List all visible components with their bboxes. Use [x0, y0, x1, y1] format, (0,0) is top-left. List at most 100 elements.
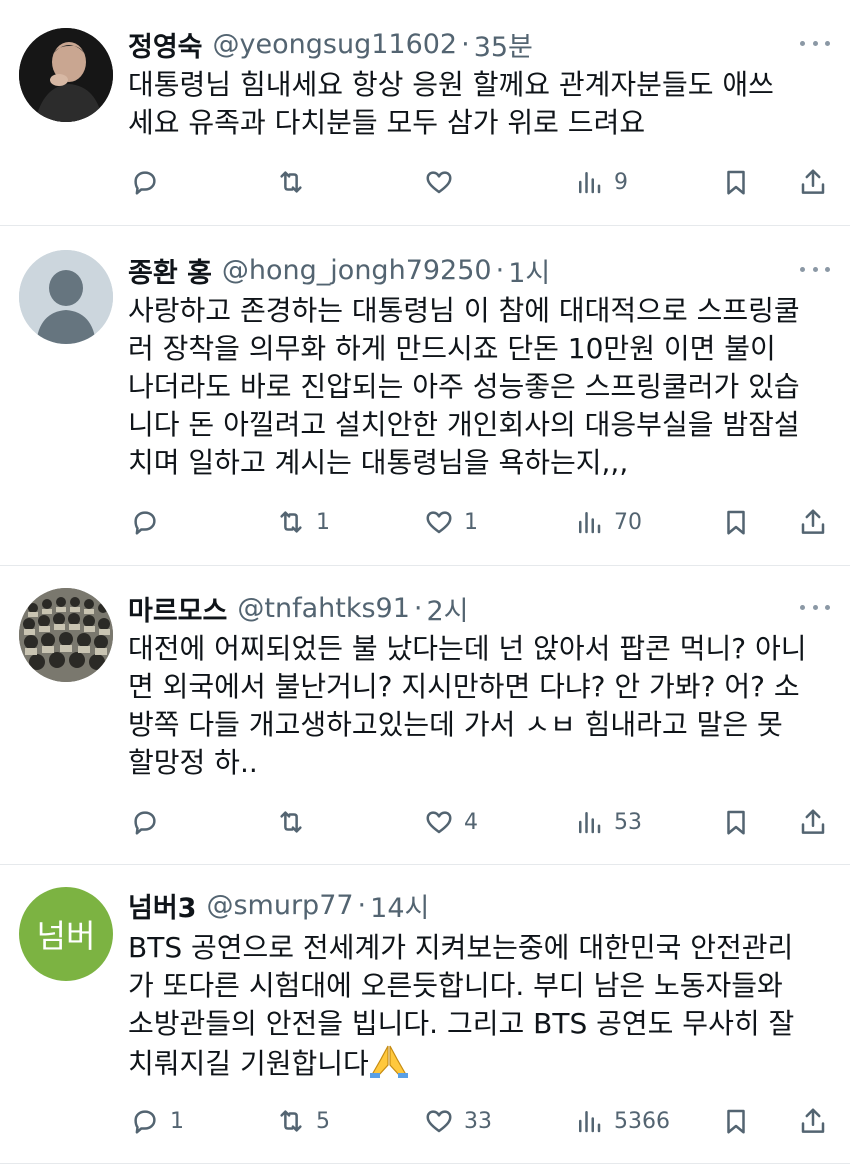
reply-button[interactable]: 1	[130, 1101, 184, 1141]
display-name[interactable]: 종환 홍	[128, 251, 212, 290]
tweet-text-line: 치며 일하고 계시는 대통령님을 욕하는지,,,	[128, 446, 629, 479]
action-bar: 9	[0, 162, 850, 202]
default-avatar-icon	[19, 250, 113, 344]
tweet-text-line: 방쪽 다들 개고생하고있는데 가서 ㅅㅂ 힘내라고 말은 못	[128, 708, 783, 741]
display-name[interactable]: 정영숙	[128, 25, 203, 64]
tweet-header: 정영숙 @yeongsug11602 · 35분	[128, 24, 830, 64]
tweet-text-line: 사랑하고 존경하는 대통령님 이 참에 대대적으로 스프링쿨	[128, 294, 800, 327]
like-icon	[426, 1110, 452, 1133]
avatar[interactable]	[19, 588, 113, 682]
bookmark-button[interactable]	[721, 162, 751, 202]
retweet-count: 1	[316, 509, 330, 535]
display-name[interactable]: 넘버3	[128, 886, 196, 925]
views-icon	[579, 172, 601, 194]
tweet-text-line: 할망정 하..	[128, 746, 258, 779]
display-name[interactable]: 마르모스	[128, 589, 227, 628]
share-icon	[801, 169, 825, 194]
views-icon	[579, 512, 601, 534]
like-count: 33	[464, 1108, 492, 1134]
avatar-photo-icon	[19, 28, 113, 122]
avatar[interactable]	[19, 28, 113, 122]
like-button[interactable]: 1	[424, 502, 478, 542]
tweet-text: 대통령님 힘내세요 항상 응원 할께요 관계자분들도 애쓰 세요 유족과 다치분…	[128, 66, 830, 142]
views-button[interactable]: 5366	[574, 1101, 670, 1141]
tweet-header: 종환 홍 @hong_jongh79250 · 1시	[128, 250, 830, 290]
share-button[interactable]	[798, 1101, 828, 1141]
separator: ·	[357, 889, 367, 921]
separator: ·	[495, 254, 505, 286]
handle[interactable]: @yeongsug11602	[213, 29, 458, 60]
share-button[interactable]	[798, 802, 828, 842]
tweet-text-line: 대통령님 힘내세요 항상 응원 할께요 관계자분들도 애쓰	[128, 68, 774, 101]
tweet-2[interactable]: 종환 홍 @hong_jongh79250 · 1시 사랑하고 존경하는 대통령…	[0, 226, 850, 566]
bookmark-button[interactable]	[721, 502, 751, 542]
reply-icon	[134, 511, 156, 535]
tweet-text-line: 소방관들의 안전을 빕니다. 그리고 BTS 공연도 무사히 잘	[128, 1007, 795, 1040]
more-icon[interactable]	[800, 262, 830, 276]
bookmark-icon	[727, 1109, 745, 1134]
bookmark-icon	[727, 510, 745, 535]
timestamp[interactable]: 14시	[370, 886, 429, 925]
bookmark-button[interactable]	[721, 802, 751, 842]
tweet-text-line: 대전에 어찌되었든 불 났다는데 넌 앉아서 팝콘 먹니? 아니	[128, 632, 807, 665]
views-button[interactable]: 53	[574, 802, 642, 842]
like-icon	[426, 171, 452, 194]
tweet-1[interactable]: 정영숙 @yeongsug11602 · 35분 대통령님 힘내세요 항상 응원…	[0, 0, 850, 226]
retweet-icon	[280, 1110, 302, 1132]
action-bar: 1 1 70	[0, 502, 850, 542]
tweet-3[interactable]: 마르모스 @tnfahtks91 · 2시 대전에 어찌되었든 불 났다는데 넌…	[0, 566, 850, 865]
tweet-text: 사랑하고 존경하는 대통령님 이 참에 대대적으로 스프링쿨 러 장착을 의무화…	[128, 292, 830, 482]
reply-button[interactable]	[130, 502, 170, 542]
share-button[interactable]	[798, 162, 828, 202]
folded-hands-emoji	[369, 1043, 409, 1089]
tweet-text-line: 치뤄지길 기원합니다	[128, 1047, 369, 1080]
like-icon	[426, 511, 452, 534]
bookmark-icon	[727, 810, 745, 835]
views-count: 5366	[614, 1108, 670, 1134]
views-count: 70	[614, 509, 642, 535]
views-count: 53	[614, 809, 642, 835]
action-bar: 1 5 33 5366	[0, 1101, 850, 1141]
avatar[interactable]	[19, 250, 113, 344]
reply-count: 1	[170, 1108, 184, 1134]
retweet-button[interactable]: 1	[276, 502, 330, 542]
retweet-button[interactable]	[276, 162, 316, 202]
like-button[interactable]	[424, 162, 464, 202]
tweet-text-line: 면 외국에서 불난거니? 지시만하면 다냐? 안 가봐? 어? 소	[128, 670, 800, 703]
like-count: 1	[464, 509, 478, 535]
views-button[interactable]: 9	[574, 162, 628, 202]
like-button[interactable]: 4	[424, 802, 478, 842]
reply-icon	[134, 1110, 156, 1134]
reply-icon	[134, 171, 156, 195]
action-bar: 4 53	[0, 802, 850, 842]
like-icon	[426, 811, 452, 834]
more-icon[interactable]	[800, 36, 830, 50]
tweet-4[interactable]: 넘버 넘버3 @smurp77 · 14시 BTS 공연으로 전세계가 지켜보는…	[0, 865, 850, 1164]
handle[interactable]: @smurp77	[206, 890, 353, 921]
more-icon[interactable]	[800, 600, 830, 614]
avatar-initials: 넘버	[36, 917, 96, 955]
handle[interactable]: @tnfahtks91	[237, 593, 410, 624]
tweet-text: BTS 공연으로 전세계가 지켜보는중에 대한민국 안전관리 가 또다른 시험대…	[128, 929, 830, 1089]
retweet-icon	[280, 171, 302, 193]
like-button[interactable]: 33	[424, 1101, 492, 1141]
tweet-text-line-with-emoji: 치뤄지길 기원합니다	[128, 1043, 830, 1089]
handle[interactable]: @hong_jongh79250	[222, 255, 492, 286]
retweet-button[interactable]	[276, 802, 316, 842]
retweet-icon	[280, 811, 302, 833]
share-button[interactable]	[798, 502, 828, 542]
bookmark-button[interactable]	[721, 1101, 751, 1141]
reply-button[interactable]	[130, 162, 170, 202]
reply-button[interactable]	[130, 802, 170, 842]
tweet-text-line: 니다 돈 아낄려고 설치안한 개인회사의 대응부실을 밤잠설	[128, 408, 800, 441]
tweet-text-line: 러 장착을 의무화 하게 만드시죠 단돈 10만원 이면 불이	[128, 332, 776, 365]
retweet-button[interactable]: 5	[276, 1101, 330, 1141]
timestamp[interactable]: 1시	[508, 251, 550, 290]
timestamp[interactable]: 35분	[474, 25, 533, 64]
timestamp[interactable]: 2시	[426, 589, 468, 628]
avatar[interactable]: 넘버	[19, 887, 113, 981]
retweet-count: 5	[316, 1108, 330, 1134]
like-count: 4	[464, 809, 478, 835]
views-icon	[579, 812, 601, 834]
views-button[interactable]: 70	[574, 502, 642, 542]
